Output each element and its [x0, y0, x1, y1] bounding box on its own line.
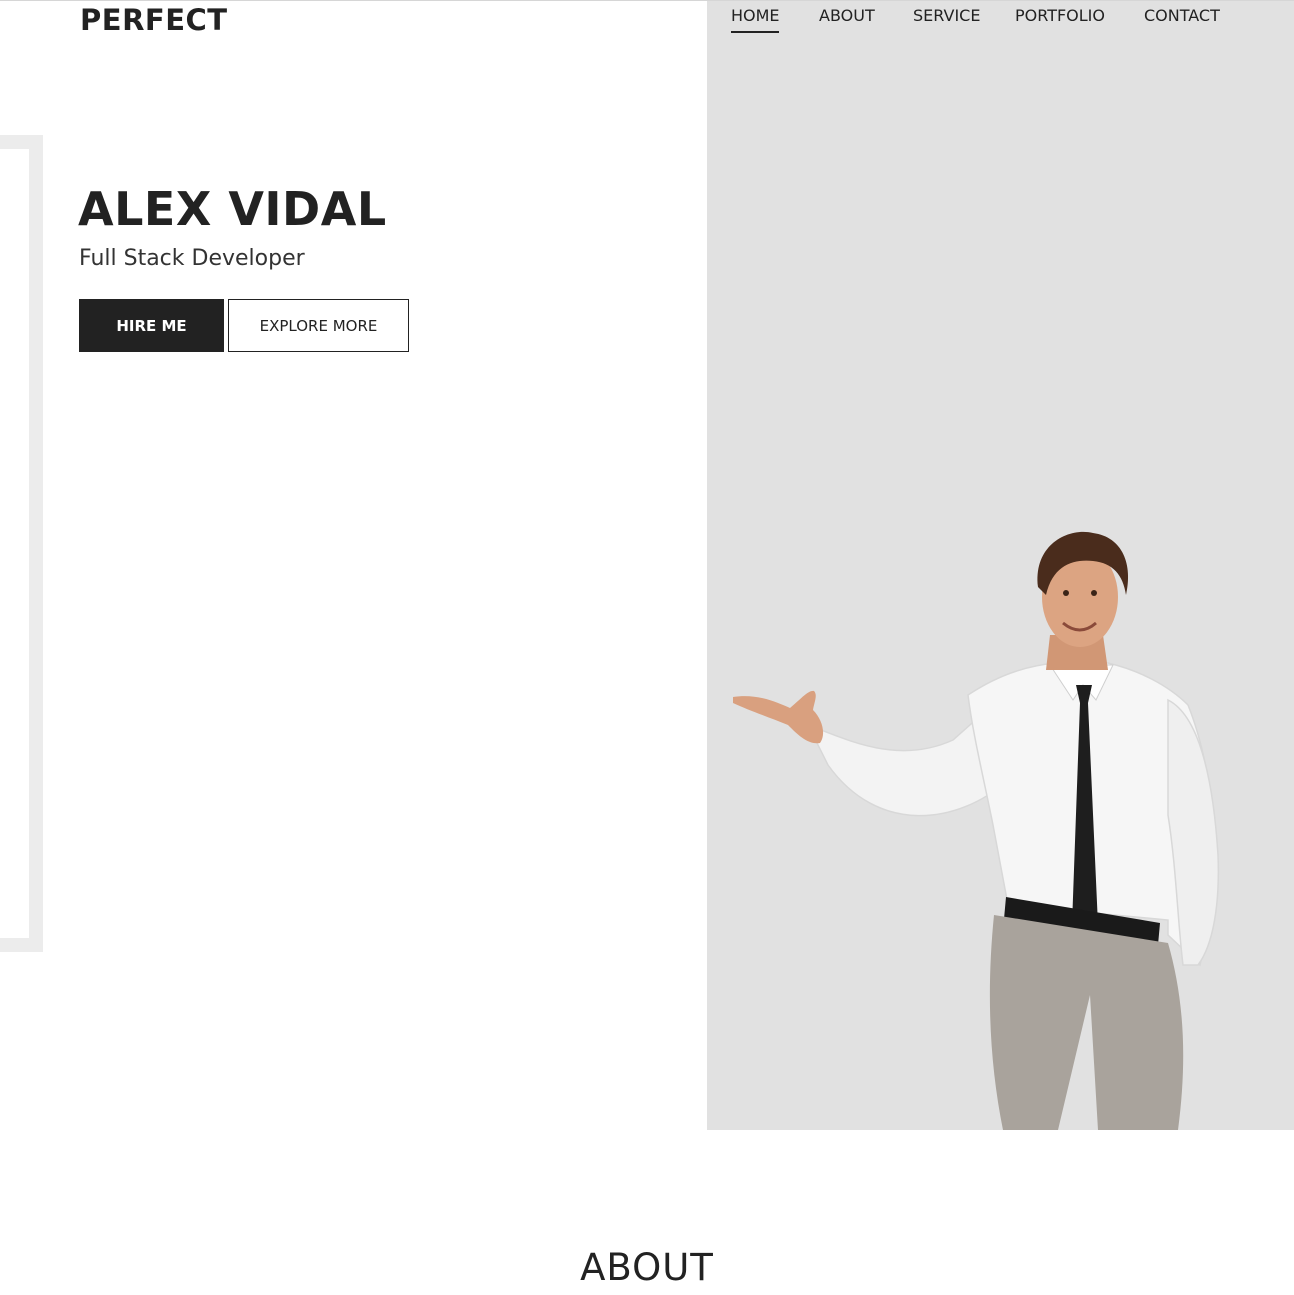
page: PERFECT HOME ABOUT SERVICE PORTFOLIO CON… [0, 0, 1294, 1295]
site-logo[interactable]: PERFECT [80, 3, 228, 37]
person-pointing-photo [733, 531, 1220, 1130]
nav-service[interactable]: SERVICE [913, 6, 980, 31]
hire-me-button[interactable]: HIRE ME [79, 299, 224, 352]
hero-role: Full Stack Developer [79, 246, 305, 271]
explore-more-button[interactable]: EXPLORE MORE [228, 299, 409, 352]
nav-portfolio[interactable]: PORTFOLIO [1015, 6, 1105, 31]
decorative-frame [0, 135, 43, 952]
nav-contact[interactable]: CONTACT [1144, 6, 1220, 31]
about-section-title: ABOUT [580, 1246, 714, 1289]
hero-name: ALEX VIDAL [78, 182, 387, 236]
nav-home[interactable]: HOME [731, 6, 780, 33]
nav-about[interactable]: ABOUT [819, 6, 875, 31]
